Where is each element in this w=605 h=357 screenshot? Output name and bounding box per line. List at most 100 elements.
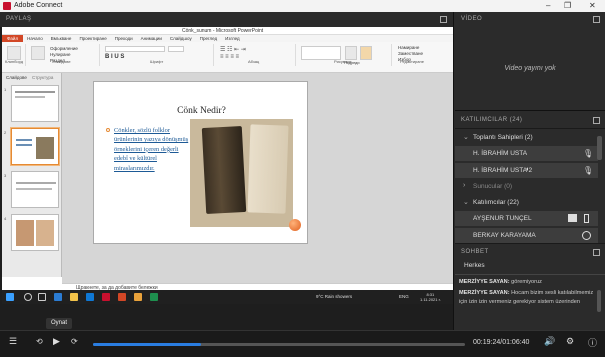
settings-icon[interactable]: ⚙ bbox=[566, 336, 574, 347]
quick-styles-icon[interactable] bbox=[360, 46, 372, 60]
font-style-buttons-icon[interactable]: B I U S bbox=[105, 54, 124, 60]
attendee-count: (24) bbox=[509, 117, 523, 123]
chat-tab-divider bbox=[455, 274, 605, 275]
participants-group[interactable]: ⌄ Katılımcılar (22) bbox=[455, 195, 598, 210]
weather-widget[interactable]: 9°C Rain showers bbox=[316, 294, 352, 299]
file-explorer-icon[interactable] bbox=[70, 293, 78, 301]
chat-text: göremiyoruz bbox=[511, 279, 542, 285]
globe-icon bbox=[582, 231, 591, 240]
attendee-row[interactable]: H. İBRAHİM USTA 🎙 bbox=[455, 146, 598, 161]
presenters-group[interactable]: › Sunucular (0) bbox=[455, 179, 598, 194]
slides-panel-tab[interactable]: Слайдове bbox=[6, 75, 27, 80]
chat-scrollbar[interactable] bbox=[597, 290, 601, 312]
list-buttons-icon[interactable]: ☰ ☷ ⇤ ⇥ bbox=[220, 46, 246, 53]
chevron-down-icon: ⌄ bbox=[463, 134, 469, 141]
menu-icon[interactable]: ☰ bbox=[9, 336, 17, 347]
windows-start-icon[interactable] bbox=[6, 293, 14, 301]
language-indicator[interactable]: ENG bbox=[399, 294, 409, 299]
fullscreen-icon[interactable] bbox=[593, 16, 600, 23]
font-size-field[interactable] bbox=[168, 46, 184, 52]
ppt-tab-insert[interactable]: Вмъкване bbox=[47, 36, 76, 41]
attendee-scrollbar[interactable] bbox=[597, 136, 602, 160]
hosts-group[interactable]: ⌄ Toplantı Sahipleri (2) bbox=[455, 130, 598, 145]
play-icon[interactable]: ▶ bbox=[53, 336, 60, 347]
fullscreen-icon[interactable] bbox=[593, 117, 600, 124]
chat-sender: MERZİYYE SAYAN: bbox=[459, 279, 510, 285]
arrange-icon[interactable] bbox=[345, 46, 357, 60]
current-slide[interactable]: Cönk Nedir? Cönkler, sözlü folklor ürünl… bbox=[93, 81, 308, 244]
close-icon[interactable]: ✕ bbox=[589, 1, 596, 10]
restore-icon[interactable]: ❐ bbox=[564, 1, 571, 10]
font-name-field[interactable] bbox=[105, 46, 165, 52]
video-status-message: Video yayını yok bbox=[504, 65, 556, 72]
editing-group: Намиране Заместване Избор Редактиране bbox=[394, 44, 450, 66]
replace-button[interactable]: Заместване bbox=[398, 51, 423, 56]
chat-messages: MERZİYYE SAYAN: göremiyoruz MERZİYYE SAY… bbox=[459, 278, 597, 307]
paste-icon[interactable] bbox=[7, 46, 21, 60]
editing-label: Редактиране bbox=[400, 59, 424, 64]
chat-title: SOHBET bbox=[461, 249, 489, 255]
microphone-icon[interactable]: 🎙 bbox=[583, 149, 593, 158]
ppt-tab-animations[interactable]: Анимации bbox=[137, 36, 166, 41]
book-image bbox=[247, 124, 289, 214]
app-title: Adobe Connect bbox=[14, 2, 63, 9]
slides-label: Слайдове bbox=[52, 59, 71, 64]
bullet-icon bbox=[106, 128, 110, 132]
ppt-tab-home[interactable]: Начало bbox=[23, 36, 47, 41]
reset-button[interactable]: Нулиране bbox=[50, 52, 71, 57]
ppt-window-title: Cönk_sunum - Microsoft PowerPoint bbox=[182, 28, 264, 34]
attendees-header: KATILIMCILAR (24) bbox=[455, 112, 605, 129]
slide-title: Cönk Nedir? bbox=[177, 106, 226, 116]
slide-thumbnail[interactable] bbox=[11, 214, 59, 251]
ppt-tab-file[interactable]: Файл bbox=[2, 35, 24, 42]
chat-tab-everyone[interactable]: Herkes bbox=[464, 262, 485, 269]
powerpoint-taskbar-icon[interactable] bbox=[118, 293, 126, 301]
slide-thumbnail[interactable] bbox=[11, 171, 59, 208]
align-buttons-icon[interactable]: ≡ ≡ ≡ ≡ bbox=[220, 54, 239, 60]
adobe-connect-taskbar-icon[interactable] bbox=[102, 293, 110, 301]
chrome-taskbar-icon[interactable] bbox=[134, 293, 142, 301]
app-titlebar: Adobe Connect – ❐ ✕ bbox=[0, 0, 605, 12]
new-slide-icon[interactable] bbox=[31, 46, 45, 60]
rewind-15-icon[interactable]: ⟲ bbox=[36, 337, 43, 346]
ppt-tab-slideshow[interactable]: Слайдшоу bbox=[166, 36, 196, 41]
edge-icon[interactable] bbox=[54, 293, 62, 301]
fullscreen-icon[interactable] bbox=[593, 249, 600, 256]
ppt-tab-transitions[interactable]: Преходи bbox=[111, 36, 137, 41]
find-button[interactable]: Намиране bbox=[398, 45, 419, 50]
ppt-ribbon-tabs: Файл Начало Вмъкване Проектиране Преходи… bbox=[2, 35, 453, 42]
shapes-gallery[interactable] bbox=[301, 46, 341, 60]
layout-button[interactable]: Оформление bbox=[50, 46, 78, 51]
info-icon[interactable]: ⓘ bbox=[588, 336, 597, 349]
ppt-tab-review[interactable]: Преглед bbox=[196, 36, 221, 41]
slide-body-text: Cönkler, sözlü folklor ürünlerinin yazıy… bbox=[114, 127, 189, 172]
ppt-tab-view[interactable]: Изглед bbox=[221, 36, 244, 41]
pencil-icon[interactable] bbox=[568, 214, 577, 222]
store-icon[interactable] bbox=[86, 293, 94, 301]
outline-panel-tab[interactable]: Структура bbox=[32, 75, 53, 80]
app-taskbar-icon[interactable] bbox=[150, 293, 158, 301]
playback-time: 00:19:24/01:06:40 bbox=[473, 339, 530, 346]
taskbar-clock[interactable]: 8:31 1.11.2021 г. bbox=[420, 292, 441, 302]
attendee-row[interactable]: H. İBRAHİM USTA 2 ◖ 🎙 bbox=[455, 163, 598, 178]
slides-group: Оформление Нулиране Раздел Слайдове bbox=[28, 44, 100, 66]
slide-thumbnail[interactable] bbox=[11, 85, 59, 122]
manuscript-image bbox=[190, 119, 293, 227]
minimize-icon[interactable]: – bbox=[546, 1, 550, 10]
slide-thumbnail-selected[interactable] bbox=[11, 128, 59, 165]
volume-icon[interactable]: 🔊 bbox=[544, 336, 555, 347]
ppt-tab-design[interactable]: Проектиране bbox=[75, 36, 110, 41]
task-view-icon[interactable] bbox=[38, 293, 46, 301]
fullscreen-icon[interactable] bbox=[440, 16, 447, 23]
forward-15-icon[interactable]: ⟳ bbox=[71, 337, 78, 346]
windows-taskbar: 9°C Rain showers ENG 8:31 1.11.2021 г. bbox=[2, 290, 453, 304]
search-icon[interactable] bbox=[24, 293, 32, 301]
attendee-row[interactable]: AYŞENUR TUNÇEL bbox=[455, 211, 598, 226]
video-pod-header: VİDEO bbox=[455, 12, 605, 27]
chevron-down-icon: ⌄ bbox=[463, 199, 469, 206]
microphone-icon[interactable]: 🎙 bbox=[583, 166, 593, 175]
attendee-row[interactable]: BERKAY KARAYAMA bbox=[455, 228, 598, 243]
phone-icon bbox=[584, 214, 589, 223]
hosts-group-label: Toplantı Sahipleri (2) bbox=[473, 134, 533, 141]
speaker-icon: ◖ bbox=[525, 166, 530, 173]
